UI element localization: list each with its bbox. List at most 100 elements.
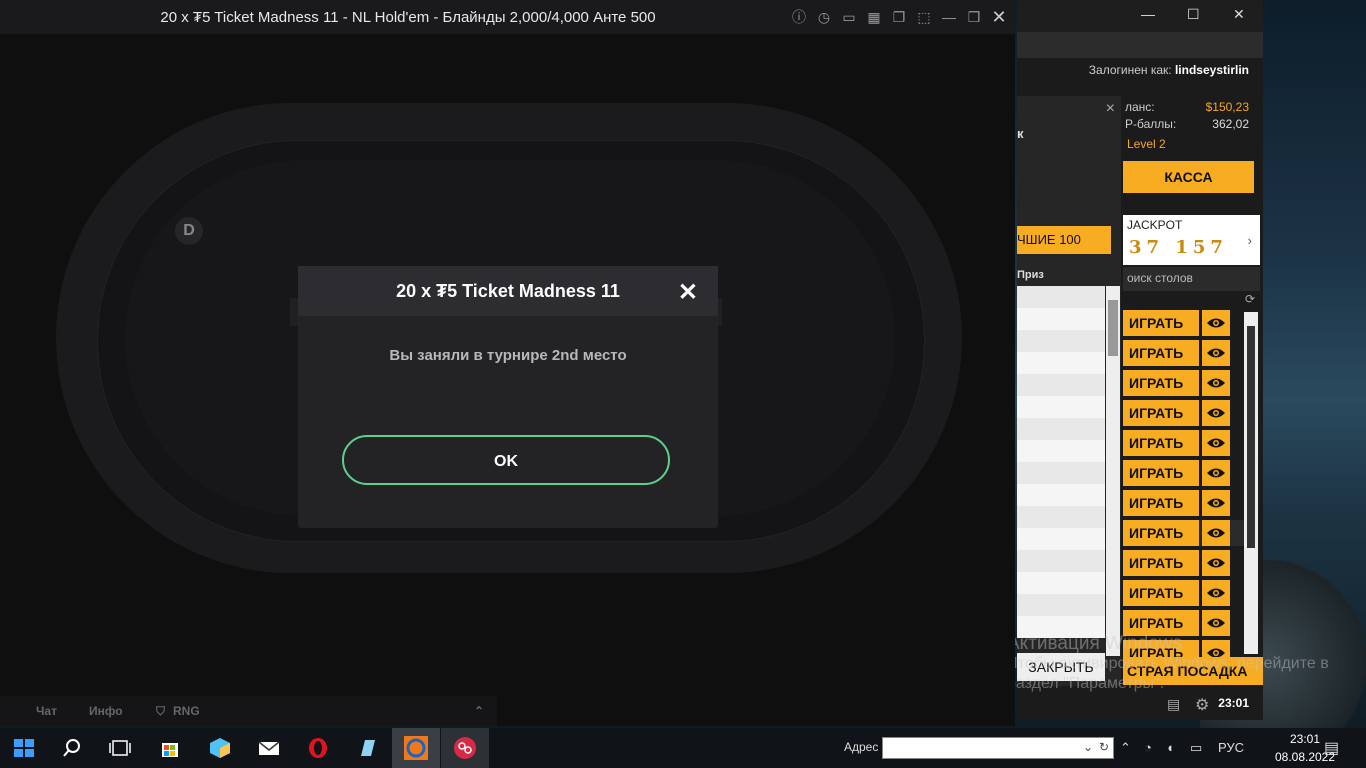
eye-icon [1207,588,1225,598]
eye-icon [1207,528,1225,538]
chevron-right-icon[interactable]: › [1248,233,1252,248]
refresh-icon[interactable]: ⟳ [1245,292,1255,306]
close-icon[interactable]: × [1106,100,1115,118]
eye-icon [1207,558,1225,568]
play-button[interactable]: ИГРАТЬ [1123,370,1199,396]
gear-icon[interactable]: ⚙ [1195,695,1209,715]
observe-button[interactable] [1202,310,1230,336]
play-button[interactable]: ИГРАТЬ [1123,400,1199,426]
eye-icon [1207,378,1225,388]
jackpot-banner[interactable]: JACKPOT 37 157 › [1123,215,1260,265]
play-button[interactable]: ИГРАТЬ [1123,520,1199,546]
tables-icon[interactable]: ❐ [891,9,907,25]
play-button[interactable]: ИГРАТЬ [1123,430,1199,456]
observe-button[interactable] [1202,460,1230,486]
observe-button[interactable] [1202,430,1230,456]
scroll-thumb[interactable] [1108,300,1118,356]
prize-row [1017,550,1105,572]
taskbar-app-mail[interactable] [245,728,293,768]
play-button[interactable]: ИГРАТЬ [1123,310,1199,336]
tab-chat[interactable]: Чат [36,704,57,718]
prize-row [1017,462,1105,484]
tournament-info-window: × к ЧШИЕ 100 Приз ЗАКРЫТЬ [1017,96,1121,686]
minimize-icon[interactable]: — [941,9,957,25]
search-button[interactable] [48,728,96,768]
title-icons: ⓘ ◷ ▭ ▦ ❐ ⬚ — ❒ ✕ [791,8,1007,27]
battery-icon[interactable]: ▭ [1190,740,1202,756]
play-button[interactable]: ИГРАТЬ [1123,340,1199,366]
minimize-icon[interactable]: — [1141,6,1155,22]
play-button[interactable]: ИГРАТЬ [1123,580,1199,606]
best100-button[interactable]: ЧШИЕ 100 [1017,226,1111,254]
prize-row [1017,418,1105,440]
level-label[interactable]: Level 2 [1127,137,1166,151]
taskbar-app-notes[interactable] [343,728,391,768]
close-icon[interactable]: ✕ [991,8,1007,26]
scroll-thumb[interactable] [1247,326,1255,548]
maximize-icon[interactable]: ☐ [1187,6,1200,23]
observe-button[interactable] [1202,520,1230,546]
info-icon[interactable]: ⓘ [791,9,807,25]
observe-button[interactable] [1202,610,1230,636]
start-button[interactable] [0,728,48,768]
taskbar-app-poker[interactable] [392,728,440,768]
taskbar-app-client[interactable] [441,728,489,768]
table-row: ИГРАТЬ [1123,520,1247,546]
lobby-footer: ▤ ⚙ 23:01 [1017,690,1263,720]
language-indicator[interactable]: РУС [1218,740,1244,755]
play-button[interactable]: ИГРАТЬ [1123,460,1199,486]
username[interactable]: lindseystirlin [1175,63,1249,77]
search-tables-tab[interactable]: оиск столов [1123,267,1260,291]
dialog-header: 20 x ₮5 Ticket Madness 11 ✕ [298,266,718,316]
notification-icon[interactable]: ▤ [1324,738,1339,758]
watermark-title: Активация Windows [1007,633,1183,654]
chevron-up-icon[interactable]: ⌃ [1120,740,1131,756]
observe-button[interactable] [1202,490,1230,516]
go-icon[interactable]: ↻ [1099,740,1109,754]
tab-info[interactable]: Инфо [89,704,123,718]
prize-row [1017,352,1105,374]
taskbar-app-cube[interactable] [196,728,244,768]
grid-icon[interactable]: ▦ [866,9,882,25]
client-icon [454,737,476,759]
prize-scrollbar[interactable] [1106,286,1120,656]
observe-button[interactable] [1202,550,1230,576]
restore-icon[interactable]: ❒ [966,9,982,25]
lobby-scrollbar[interactable] [1244,312,1258,654]
observe-button[interactable] [1202,400,1230,426]
taskbar-app-opera[interactable] [294,728,342,768]
lobby-titlebar: — ☐ ✕ [1017,0,1263,32]
task-view-button[interactable] [96,728,144,768]
address-label: Адрес [844,740,879,754]
observe-button[interactable] [1202,370,1230,396]
observe-button[interactable] [1202,340,1230,366]
prize-row [1017,572,1105,594]
play-button[interactable]: ИГРАТЬ [1123,490,1199,516]
mail-icon [258,741,280,755]
address-input[interactable]: ⌄ ↻ [882,737,1114,759]
notepad-icon [361,740,375,756]
layout-icon[interactable]: ⬚ [916,9,932,25]
volume-icon[interactable]: ◖ [1166,740,1174,755]
prize-row [1017,286,1105,308]
eye-icon [1207,468,1225,478]
play-button[interactable]: ИГРАТЬ [1123,550,1199,576]
prize-row [1017,440,1105,462]
poker-table-window: 20 x ₮5 Ticket Madness 11 - NL Hold'em -… [0,0,1015,726]
calendar-icon[interactable]: ▤ [1167,696,1180,713]
tab-rng[interactable]: RNG [173,704,200,718]
clock-time[interactable]: 23:01 [1280,732,1330,746]
eye-icon [1207,618,1225,628]
taskbar-app-store[interactable] [146,728,194,768]
network-icon[interactable]: ◔ [1144,740,1152,755]
close-icon[interactable]: ✕ [678,278,698,307]
observe-button[interactable] [1202,580,1230,606]
chevron-down-icon[interactable]: ⌄ [1083,740,1093,754]
close-icon[interactable]: ✕ [1233,6,1245,23]
cashier-button[interactable]: КАССА [1123,161,1254,193]
history-icon[interactable]: ◷ [816,9,832,25]
ok-button[interactable]: OK [342,435,670,485]
chevron-up-icon[interactable]: ⌃ [474,704,484,718]
folder-icon[interactable]: ▭ [841,9,857,25]
eye-icon [1207,348,1225,358]
